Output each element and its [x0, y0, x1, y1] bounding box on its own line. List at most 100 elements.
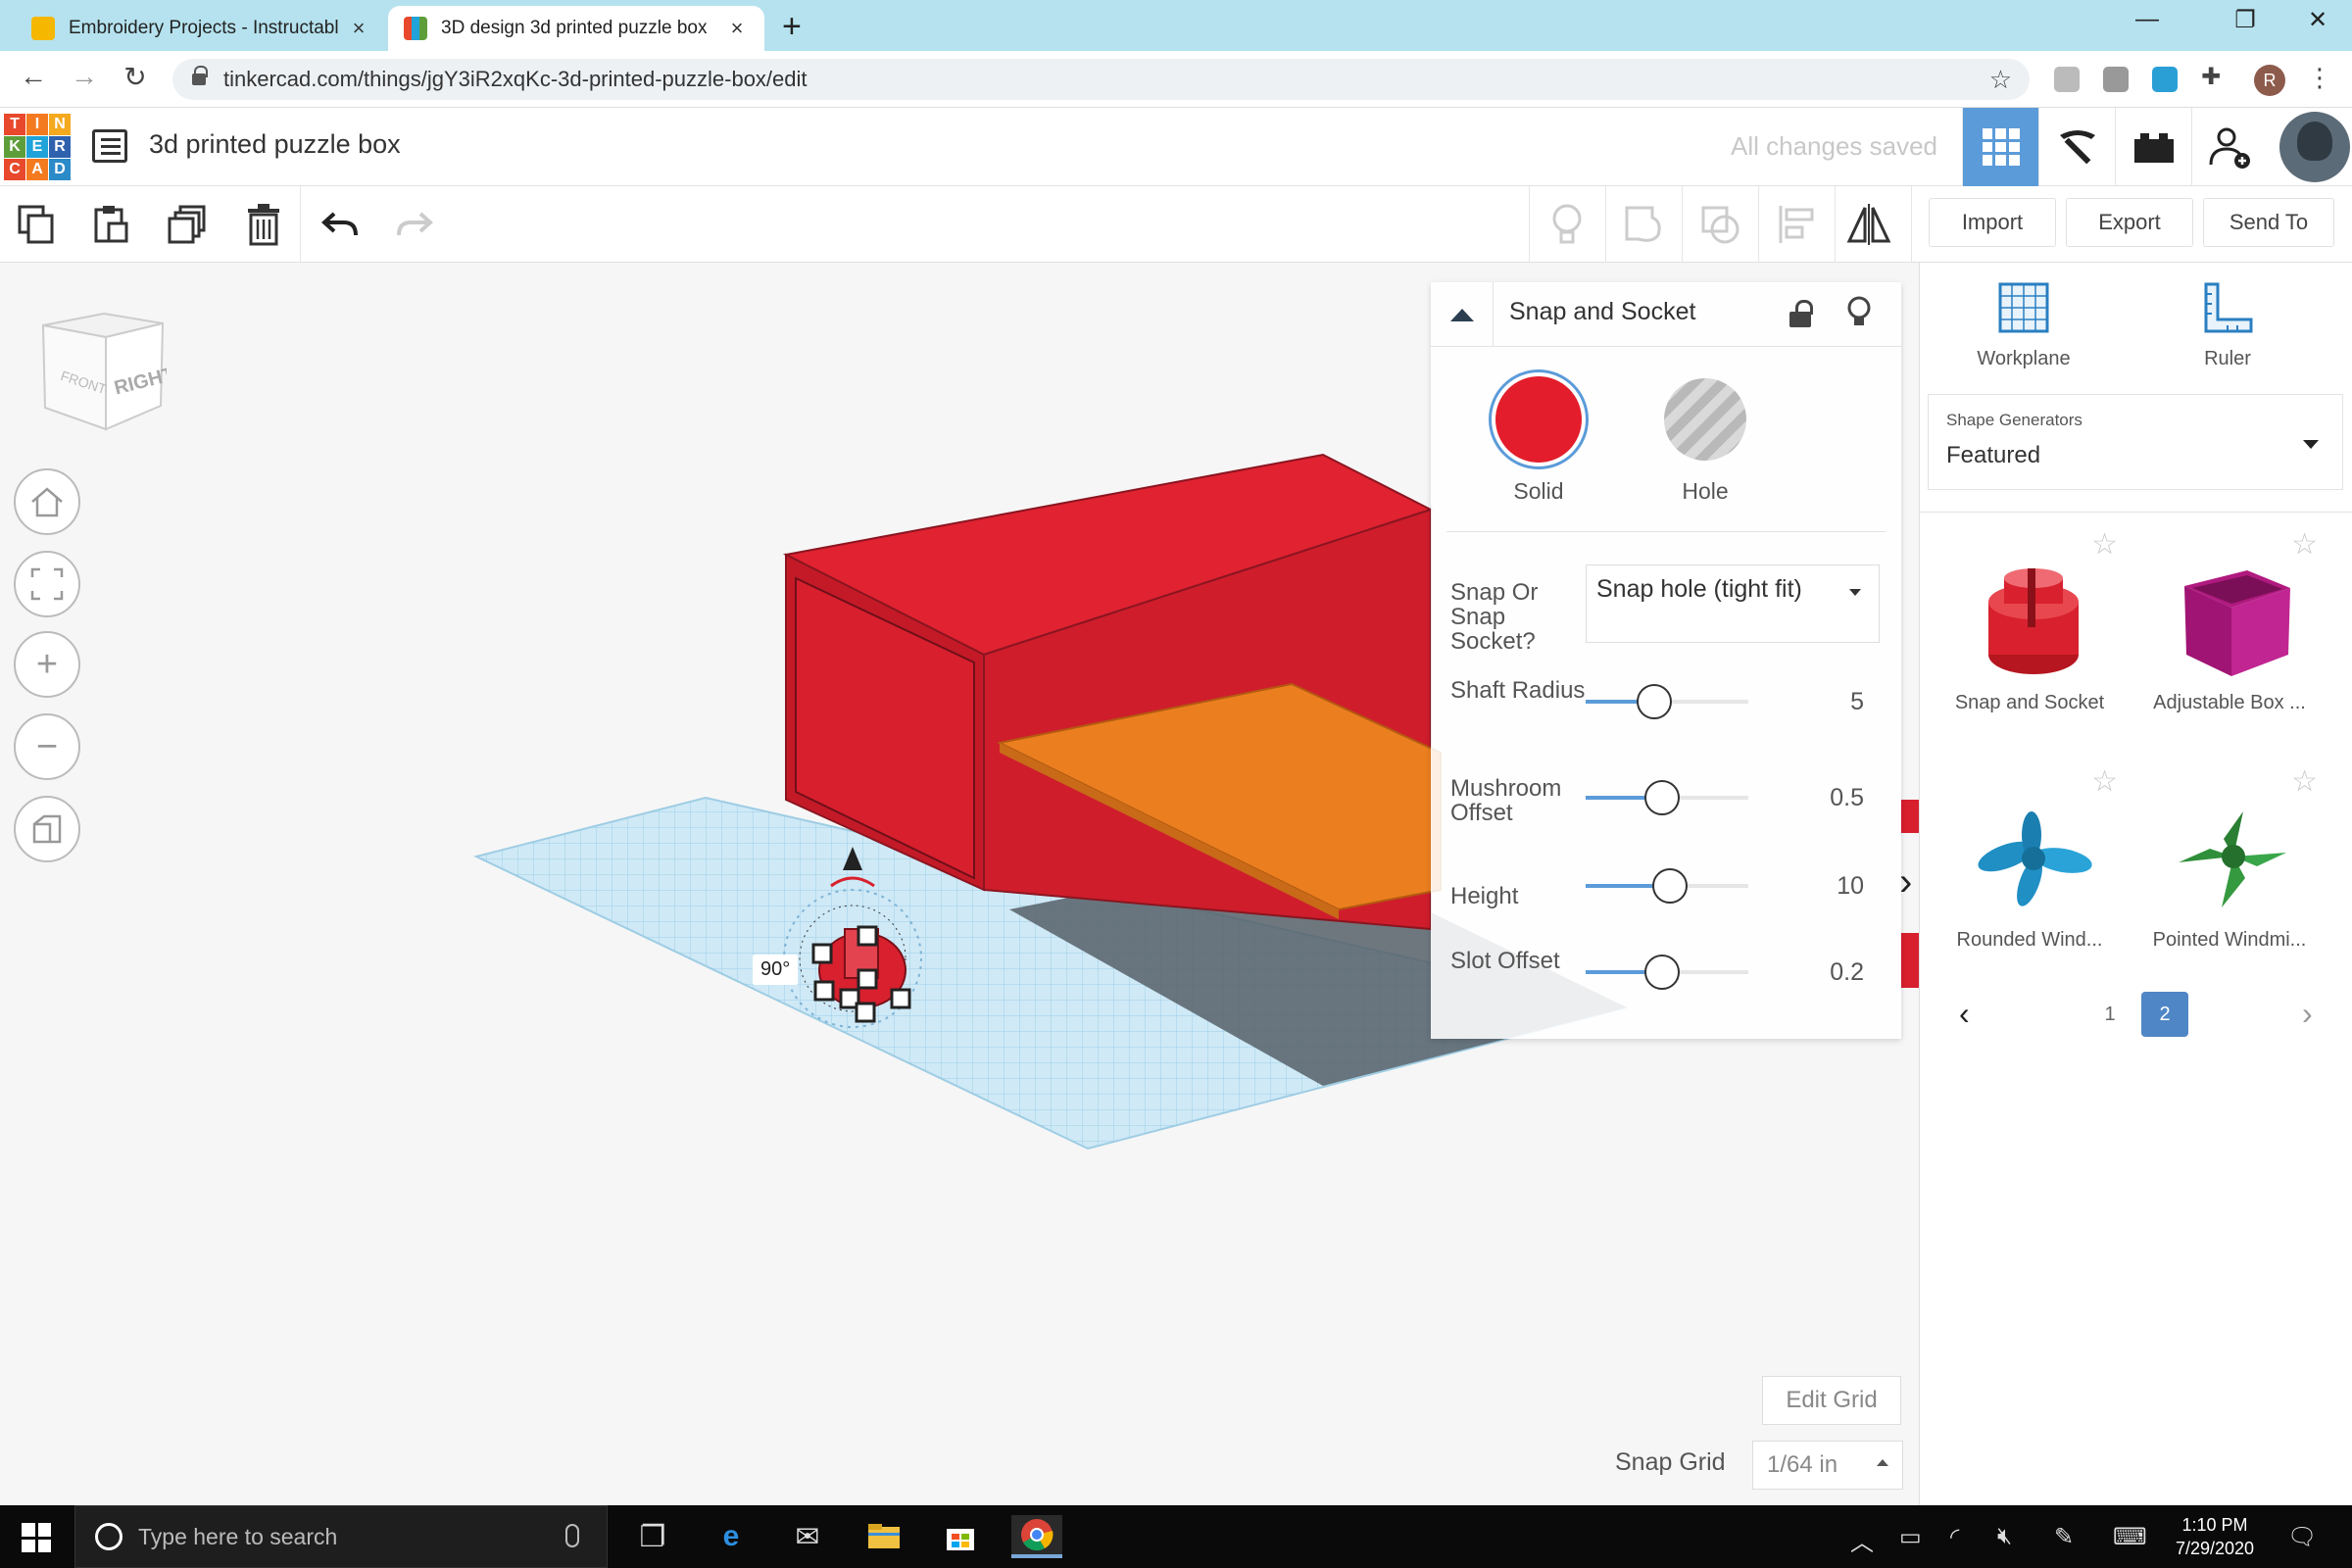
duplicate-button[interactable]: [163, 200, 212, 249]
project-title[interactable]: 3d printed puzzle box: [149, 129, 401, 160]
fit-view-button[interactable]: [14, 551, 80, 617]
hole-swatch[interactable]: [1664, 378, 1746, 461]
mail-icon[interactable]: ✉: [782, 1515, 833, 1558]
invite-user-button[interactable]: [2191, 108, 2268, 186]
pen-icon[interactable]: ✎: [2054, 1523, 2074, 1551]
battery-icon[interactable]: ▭: [1899, 1523, 1922, 1551]
back-button[interactable]: ←: [14, 61, 53, 92]
snap-type-select[interactable]: Snap hole (tight fit): [1586, 564, 1880, 643]
home-view-button[interactable]: [14, 468, 80, 535]
height-value[interactable]: 10: [1795, 872, 1864, 901]
slider-handle[interactable]: [1644, 955, 1680, 990]
shape-card-adjustable-box[interactable]: ☆ Adjustable Box ...: [2132, 527, 2328, 743]
close-window-button[interactable]: ✕: [2283, 6, 2352, 34]
align-button[interactable]: [1772, 200, 1821, 249]
system-clock[interactable]: 1:10 PM 7/29/2020: [2156, 1513, 2274, 1560]
close-tab-icon[interactable]: ×: [347, 16, 370, 41]
file-explorer-icon[interactable]: [858, 1515, 909, 1558]
blocks-view-button[interactable]: [2038, 108, 2115, 186]
collapse-inspector-button[interactable]: [1431, 282, 1494, 347]
resize-handle[interactable]: [813, 980, 835, 1002]
new-tab-button[interactable]: +: [782, 8, 802, 46]
favorite-star-icon[interactable]: ☆: [2091, 764, 2118, 799]
puzzle-extensions-icon[interactable]: ✚: [2201, 63, 2227, 90]
browser-profile-avatar[interactable]: R: [2254, 65, 2285, 96]
minimize-window-icon[interactable]: —: [2113, 6, 2181, 33]
previous-page-button[interactable]: ‹: [1959, 996, 1970, 1032]
microphone-icon[interactable]: [565, 1524, 579, 1547]
task-view-icon[interactable]: ❐: [627, 1515, 678, 1558]
favorite-star-icon[interactable]: ☆: [2091, 527, 2118, 562]
slider-handle[interactable]: [1637, 684, 1672, 719]
resize-handle[interactable]: [857, 925, 878, 947]
tinkercad-logo[interactable]: TIN KER CAD: [4, 114, 71, 180]
maximize-button[interactable]: ❐: [2211, 6, 2279, 34]
favorite-star-icon[interactable]: ☆: [2291, 527, 2318, 562]
microsoft-store-icon[interactable]: [935, 1515, 986, 1558]
send-to-button[interactable]: Send To: [2203, 198, 2334, 247]
page-1-button[interactable]: 1: [2086, 992, 2133, 1037]
notes-button[interactable]: [1543, 200, 1592, 249]
taskbar-search[interactable]: Type here to search: [74, 1505, 608, 1568]
resize-handle[interactable]: [857, 968, 878, 990]
design-list-icon[interactable]: [92, 129, 127, 163]
shaft-radius-slider[interactable]: [1586, 684, 1748, 719]
lightbulb-icon[interactable]: [1846, 296, 1872, 337]
slider-handle[interactable]: [1644, 780, 1680, 815]
copy-button[interactable]: [12, 200, 61, 249]
show-hidden-icons-chevron-icon[interactable]: ︿: [1850, 1523, 1874, 1557]
reload-button[interactable]: ↻: [116, 61, 155, 93]
next-page-button[interactable]: ›: [2302, 996, 2313, 1032]
slider-handle[interactable]: [1652, 868, 1688, 904]
solid-option[interactable]: Solid: [1480, 372, 1597, 505]
snap-grid-select[interactable]: 1/64 in: [1752, 1441, 1903, 1490]
user-avatar[interactable]: [2279, 112, 2350, 182]
undo-button[interactable]: [316, 200, 365, 249]
extension-icon[interactable]: [2054, 67, 2080, 92]
resize-handle[interactable]: [890, 988, 911, 1009]
workplane-tool[interactable]: Workplane: [1955, 280, 2092, 370]
slot-offset-slider[interactable]: [1586, 955, 1748, 990]
paste-button[interactable]: [86, 200, 135, 249]
solid-color-swatch[interactable]: [1492, 372, 1586, 466]
zoom-in-button[interactable]: +: [14, 631, 80, 698]
resize-handle[interactable]: [855, 1002, 876, 1023]
hole-option[interactable]: Hole: [1646, 372, 1764, 505]
lock-icon[interactable]: [1789, 300, 1813, 327]
forward-button[interactable]: →: [65, 61, 104, 92]
browser-tab-instructables[interactable]: Embroidery Projects - Instructabl ×: [16, 6, 386, 51]
touch-keyboard-icon[interactable]: ⌨: [2113, 1523, 2147, 1551]
ungroup-button[interactable]: [1695, 200, 1744, 249]
browser-tab-tinkercad[interactable]: 3D design 3d printed puzzle box ×: [388, 6, 764, 51]
mushroom-offset-slider[interactable]: [1586, 780, 1748, 815]
height-slider[interactable]: [1586, 868, 1748, 904]
edge-browser-icon[interactable]: e: [706, 1515, 757, 1558]
shape-card-snap-socket[interactable]: ☆ Snap and Socket: [1932, 527, 2128, 743]
wifi-icon[interactable]: ◜: [1950, 1523, 1959, 1551]
favorite-star-icon[interactable]: ☆: [2291, 764, 2318, 799]
extension-icon[interactable]: [2152, 67, 2178, 92]
page-2-button[interactable]: 2: [2141, 992, 2188, 1037]
shape-card-pointed-windmill[interactable]: ☆ Pointed Windmi...: [2132, 764, 2328, 980]
mushroom-offset-value[interactable]: 0.5: [1795, 784, 1864, 812]
notifications-icon[interactable]: 🗨︎: [2287, 1523, 2317, 1551]
delete-button[interactable]: [239, 200, 288, 249]
projection-button[interactable]: [14, 796, 80, 862]
bookmark-star-icon[interactable]: ☆: [1989, 65, 2012, 95]
3d-view-button[interactable]: [1962, 108, 2038, 186]
group-button[interactable]: [1619, 200, 1668, 249]
shape-generators-dropdown[interactable]: Shape Generators Featured: [1928, 394, 2343, 490]
browser-menu-icon[interactable]: ⋮: [2307, 63, 2332, 93]
resize-handle[interactable]: [811, 943, 833, 964]
mirror-button[interactable]: [1844, 200, 1893, 249]
close-tab-icon[interactable]: ×: [725, 16, 749, 41]
redo-button[interactable]: [390, 200, 439, 249]
extension-icon[interactable]: [2103, 67, 2129, 92]
url-bar[interactable]: tinkercad.com/things/jgY3iR2xqKc-3d-prin…: [172, 59, 2030, 100]
chrome-taskbar-icon[interactable]: [1011, 1515, 1062, 1558]
ruler-tool[interactable]: Ruler: [2159, 280, 2296, 370]
bricks-view-button[interactable]: [2115, 108, 2191, 186]
slot-offset-value[interactable]: 0.2: [1795, 958, 1864, 987]
edit-grid-button[interactable]: Edit Grid: [1762, 1376, 1901, 1425]
export-button[interactable]: Export: [2066, 198, 2193, 247]
